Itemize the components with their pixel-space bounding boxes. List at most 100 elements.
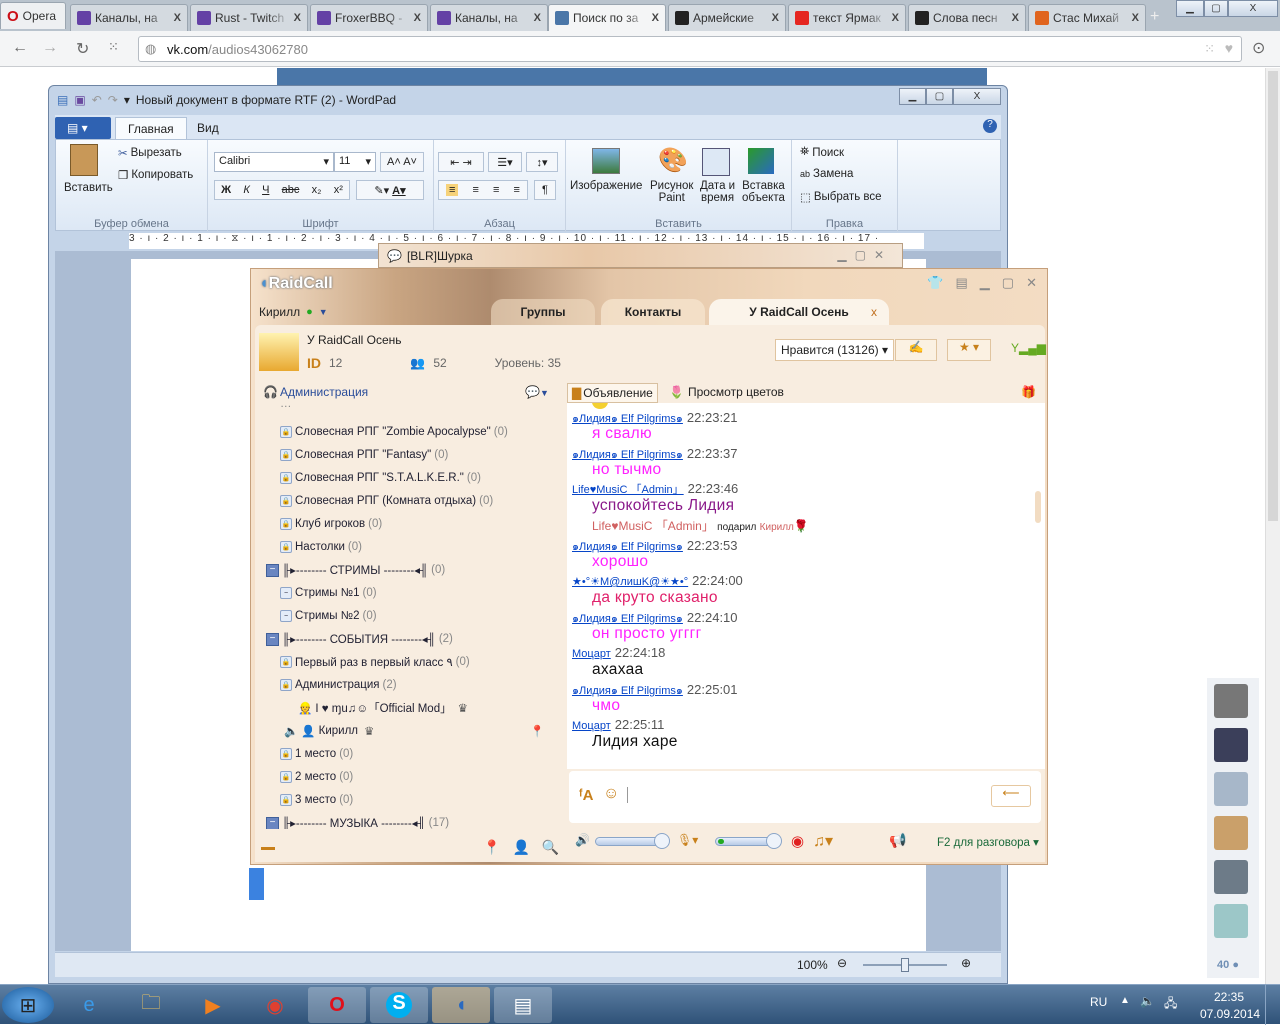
reload-icon[interactable]: ↻ (76, 39, 89, 59)
highlight-icon[interactable]: ✎▾ (374, 184, 389, 197)
zoom-out-button[interactable]: ⊖ (837, 956, 847, 970)
sender-nick[interactable]: ๑Лидия๑ Elf Pilgrims๑ (572, 613, 683, 625)
close-tab-icon[interactable]: X (652, 12, 659, 24)
back-icon[interactable]: ← (12, 39, 28, 57)
qat-dropdown-icon[interactable]: ▾ (124, 93, 130, 107)
download-icon[interactable]: ⊙ (1252, 38, 1265, 58)
zoom-slider[interactable] (863, 958, 947, 972)
forward-icon[interactable]: → (42, 39, 58, 57)
close-tab-icon[interactable]: X (1132, 12, 1139, 24)
new-tab-button[interactable]: + (1150, 8, 1159, 26)
indent-buttons[interactable]: ⇤ ⇥ (438, 152, 484, 172)
user-status[interactable]: Кирилл ● ▼ (259, 305, 328, 319)
speed-dial-icon[interactable]: ⁙ (108, 39, 119, 55)
close-tab-icon[interactable]: X (294, 12, 301, 24)
tab-groups[interactable]: Группы (491, 299, 595, 325)
mic-volume-thumb[interactable] (766, 833, 782, 849)
rc-maximize-button[interactable]: ▢ (1002, 275, 1014, 291)
floating-window-title-bar[interactable]: 💬 [BLR]Шурка ▁▢✕ (378, 243, 903, 268)
taskbar-media-player[interactable]: ▶ (184, 987, 242, 1023)
edit-profile-button[interactable]: ✍ (895, 339, 937, 361)
align-right-button[interactable]: ≡ (493, 184, 499, 196)
font-style-icon[interactable]: ᶠA (579, 787, 593, 804)
rc-close-button[interactable]: ✕ (1026, 275, 1037, 291)
paragraph-button[interactable]: ¶ (534, 180, 556, 200)
speaker-volume-thumb[interactable] (654, 833, 670, 849)
channel-item[interactable]: − ╟▸-------- СТРИМЫ --------◂╢ (0) (266, 559, 445, 581)
send-button[interactable]: ⟵ (991, 785, 1031, 807)
show-desktop-button[interactable] (1265, 985, 1280, 1025)
gift-icon[interactable]: 🎁 (1021, 385, 1036, 399)
close-button[interactable]: X (1228, 0, 1278, 17)
taskbar-chrome[interactable]: ◉ (246, 987, 304, 1023)
taskbar-explorer[interactable]: 🗀 (122, 987, 180, 1023)
search-icon[interactable]: 🔍 (542, 839, 559, 856)
paste-button[interactable]: Вставить (64, 182, 113, 194)
channel-item[interactable]: 🔒 Администрация (2) (280, 674, 397, 696)
opera-menu-button[interactable]: O Opera (0, 2, 66, 29)
superscript-button[interactable]: x² (334, 184, 343, 196)
start-button[interactable]: ⊞ (2, 987, 54, 1023)
sender-nick[interactable]: ๑Лидия๑ Elf Pilgrims๑ (572, 541, 683, 553)
zoom-in-button[interactable]: ⊕ (961, 956, 971, 970)
wp-minimize-button[interactable]: ▁ (899, 88, 926, 105)
insert-datetime-button[interactable]: Дата и время (700, 180, 735, 204)
browser-tab[interactable]: Армейские X (668, 4, 786, 31)
chat-input[interactable]: ᶠA ☺ ⟵ (569, 771, 1041, 823)
likes-dropdown[interactable]: Нравится (13126) ▾ (775, 339, 895, 361)
insert-paint-button[interactable]: Рисунок Paint (650, 180, 693, 204)
friend-avatar[interactable] (1214, 860, 1248, 894)
announcement-button[interactable]: ▇ Объявление (567, 383, 658, 403)
channel-item[interactable]: − Стримы №1 (0) (280, 582, 377, 604)
subscript-button[interactable]: x₂ (312, 184, 322, 196)
browser-tab[interactable]: Rust - Twitch X (190, 4, 308, 31)
close-tab-icon[interactable]: X (772, 12, 779, 24)
collapse-group-icon[interactable]: − (266, 816, 279, 829)
taskbar-ie[interactable]: e (60, 987, 118, 1023)
line-spacing-button[interactable]: ↕▾ (526, 152, 558, 172)
file-menu-button[interactable]: ▤ ▾ (55, 117, 111, 139)
font-style-buttons[interactable]: Ж К Чabc x₂ x² (214, 180, 350, 200)
zoom-slider-thumb[interactable] (901, 958, 909, 972)
find-button[interactable]: ⛯ Поиск (800, 146, 844, 159)
channel-item[interactable]: − ╟▸-------- МУЗЫКА --------◂╢ (17) (266, 812, 449, 829)
user-icon[interactable]: 👤 (512, 839, 529, 856)
italic-button[interactable]: К (243, 184, 249, 196)
channel-item[interactable]: 🔒 Настолки (0) (280, 536, 362, 558)
channel-item[interactable]: 🔒 1 место (0) (280, 743, 353, 765)
clock-date[interactable]: 07.09.2014 (1200, 1007, 1260, 1021)
channel-item[interactable]: 🔒 Клуб игроков (0) (280, 513, 382, 535)
browser-tab[interactable]: FroxerBBQ - X (310, 4, 428, 31)
help-icon[interactable]: ? (983, 119, 997, 133)
list-button[interactable]: ☰▾ (488, 152, 522, 172)
mini-mode-icon[interactable]: ▤ (956, 275, 968, 291)
copy-button[interactable]: ❐ Копировать (118, 168, 193, 182)
align-left-button[interactable]: ≡ (446, 184, 459, 196)
insert-object-button[interactable]: Вставка объекта (742, 180, 785, 204)
justify-button[interactable]: ≡ (514, 184, 520, 196)
mic-volume-slider[interactable] (715, 833, 782, 849)
record-icon[interactable]: ◉ (791, 832, 804, 850)
browser-tab[interactable]: Слова песн X (908, 4, 1026, 31)
select-all-button[interactable]: ⬚ Выбрать все (800, 190, 882, 204)
friend-avatar[interactable] (1214, 904, 1248, 938)
channel-item[interactable]: 🔒 2 место (0) (280, 766, 353, 788)
channel-item[interactable]: 🔒 Первый раз в первый класс ٩ (0) (280, 651, 470, 673)
emoji-icon[interactable]: ☺ (603, 785, 619, 803)
strikethrough-button[interactable]: abc (282, 184, 300, 196)
url-input[interactable]: ◍ vk.com/audios43062780 ⁙ ♥ (138, 36, 1242, 62)
sender-nick[interactable]: Моцарт (572, 720, 611, 732)
cut-button[interactable]: ✂ Вырезать (118, 146, 182, 160)
text-color-icon[interactable]: A▾ (392, 184, 405, 197)
status-dropdown-icon[interactable]: ▼ (319, 307, 328, 317)
sender-nick[interactable]: Моцарт (572, 648, 611, 660)
network-icon[interactable]: 🖧 (1164, 994, 1177, 1015)
speaker-icon[interactable]: 🔊 (575, 833, 590, 847)
close-tab-icon[interactable]: x (871, 305, 877, 319)
close-tab-icon[interactable]: X (1012, 12, 1019, 24)
channel-item[interactable]: 🔒 3 место (0) (280, 789, 353, 811)
taskbar-skype[interactable]: S (370, 987, 428, 1023)
megaphone-icon[interactable]: 📢 (889, 832, 906, 849)
admin-link[interactable]: 🎧 Администрация (263, 385, 368, 399)
channel-user[interactable]: 🔈 👤 Кирилл ♛ 📍 (284, 720, 544, 742)
